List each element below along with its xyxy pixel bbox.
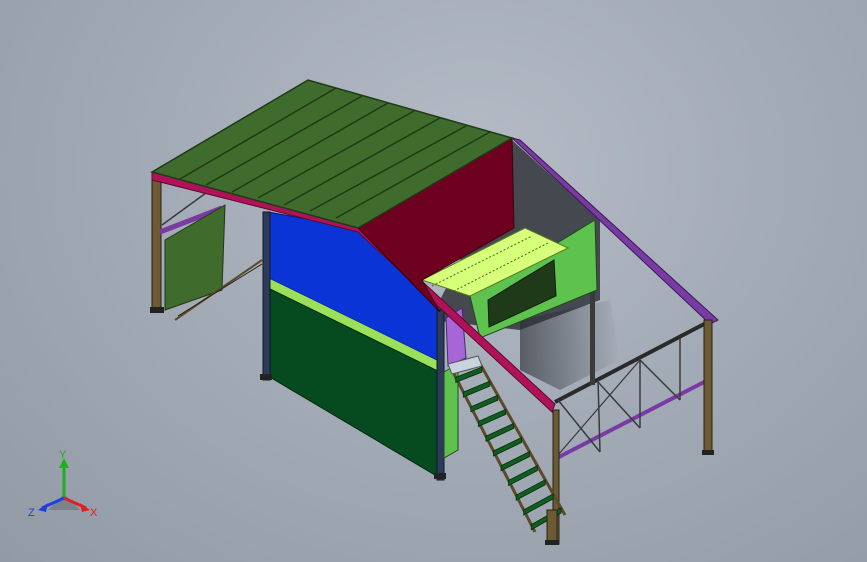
- axis-triad: Y X Z: [28, 449, 98, 519]
- front-corner-column: [436, 309, 445, 481]
- stair-post: [546, 509, 558, 545]
- stair-tread: [462, 380, 491, 398]
- stair-tread: [515, 479, 546, 501]
- x-axis-label: X: [90, 507, 98, 519]
- column-base: [260, 374, 272, 380]
- front-left-column: [262, 211, 271, 381]
- 3d-model-view[interactable]: [0, 0, 867, 562]
- z-axis-arrow: [38, 503, 48, 512]
- stair-treads: [455, 366, 562, 531]
- stair-tread: [485, 422, 514, 442]
- y-axis-label: Y: [59, 449, 67, 461]
- column-base: [545, 540, 559, 545]
- stair-tread: [493, 436, 522, 457]
- stair-tread: [508, 465, 538, 487]
- stair-tread: [478, 408, 507, 428]
- z-axis-label: Z: [28, 507, 35, 519]
- cad-viewport[interactable]: Y X Z: [0, 0, 867, 562]
- stair-tread: [500, 450, 530, 472]
- x-axis-arrow: [80, 503, 90, 512]
- column-base: [434, 473, 446, 479]
- stair-tread: [470, 394, 499, 413]
